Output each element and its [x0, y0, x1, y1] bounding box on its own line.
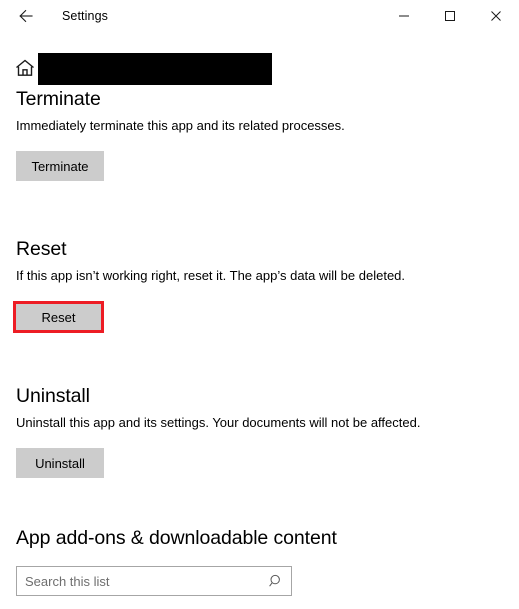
redacted-app-name [38, 53, 272, 85]
close-button[interactable] [473, 0, 519, 32]
terminate-description: Immediately terminate this app and its r… [16, 118, 345, 133]
terminate-heading: Terminate [16, 88, 101, 110]
search-box[interactable] [16, 566, 292, 596]
back-button[interactable] [10, 1, 42, 31]
reset-button-wrap: Reset [0, 301, 519, 333]
terminate-button[interactable]: Terminate [16, 151, 104, 181]
terminate-button-wrap: Terminate [0, 151, 519, 181]
uninstall-description: Uninstall this app and its settings. You… [16, 415, 421, 430]
terminate-button-label: Terminate [31, 158, 89, 174]
minimize-button[interactable] [381, 0, 427, 32]
home-icon[interactable] [14, 57, 36, 79]
settings-content: Terminate Immediately terminate this app… [0, 86, 519, 596]
minimize-icon [398, 10, 410, 22]
window-title: Settings [62, 9, 108, 23]
reset-highlight-outline: Reset [13, 301, 104, 333]
close-icon [490, 10, 502, 22]
search-input[interactable] [17, 567, 265, 595]
window-caption-buttons [381, 0, 519, 32]
addons-heading: App add-ons & downloadable content [16, 527, 337, 549]
reset-button-label: Reset [41, 309, 76, 325]
search-icon[interactable] [267, 572, 285, 590]
uninstall-heading: Uninstall [16, 385, 90, 407]
section-uninstall: Uninstall Uninstall this app and its set… [0, 333, 519, 478]
reset-button[interactable]: Reset [16, 304, 101, 330]
uninstall-button-label: Uninstall [35, 455, 85, 471]
reset-heading: Reset [16, 238, 67, 260]
back-arrow-icon [18, 8, 34, 24]
title-bar: Settings [0, 0, 519, 32]
maximize-button[interactable] [427, 0, 473, 32]
uninstall-button[interactable]: Uninstall [16, 448, 104, 478]
section-terminate: Terminate Immediately terminate this app… [0, 86, 519, 181]
reset-description: If this app isn’t working right, reset i… [16, 268, 406, 283]
maximize-icon [444, 10, 456, 22]
section-app-addons: App add-ons & downloadable content [0, 478, 519, 596]
uninstall-button-wrap: Uninstall [0, 448, 519, 478]
section-reset: Reset If this app isn’t working right, r… [0, 181, 519, 333]
addons-search-wrap [0, 566, 519, 596]
page-header [0, 52, 519, 86]
